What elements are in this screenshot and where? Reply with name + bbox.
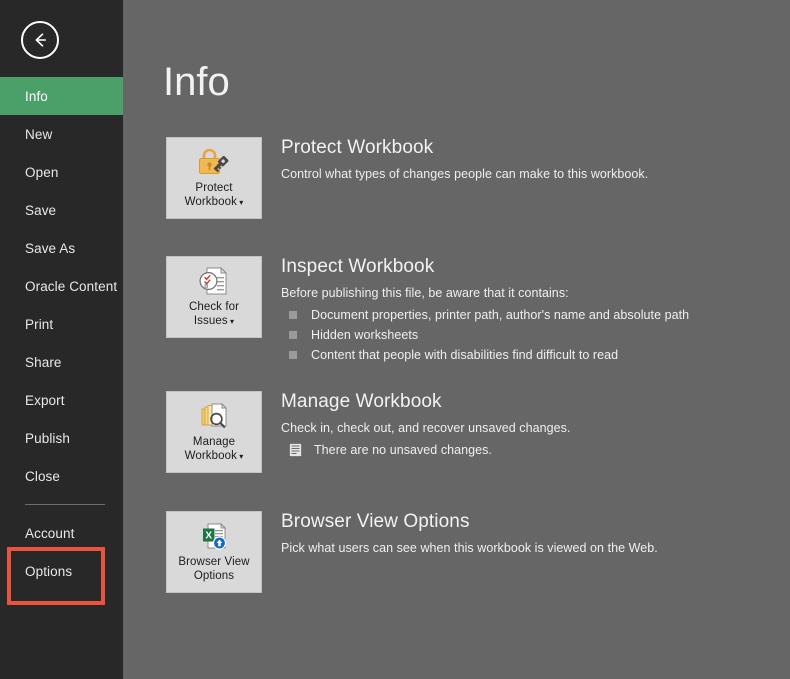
sidebar-item-options[interactable]: Options	[0, 552, 123, 590]
svg-text:X: X	[205, 530, 212, 541]
back-arrow-icon	[35, 33, 46, 47]
sidebar-item-label: Info	[25, 88, 48, 104]
list-item: Document properties, printer path, autho…	[281, 305, 786, 325]
list-item-label: Hidden worksheets	[311, 328, 419, 342]
section-description: Before publishing this file, be aware th…	[281, 286, 569, 300]
sidebar-item-label: Print	[25, 316, 54, 332]
sidebar-item-info[interactable]: Info	[0, 77, 123, 115]
check-for-issues-label: Check for Issues ▾	[188, 301, 240, 327]
sidebar-item-save[interactable]: Save	[0, 191, 123, 229]
browser-view-options-label: Browser View Options	[178, 556, 250, 582]
chevron-down-icon: ▾	[236, 452, 244, 461]
sidebar-item-label: Share	[25, 354, 62, 370]
protect-workbook-button[interactable]: Protect Workbook ▾	[166, 137, 262, 219]
sidebar-item-label: Open	[25, 164, 59, 180]
section-description: Check in, check out, and recover unsaved…	[281, 421, 571, 435]
sidebar-item-label: Export	[25, 392, 65, 408]
section-heading: Inspect Workbook	[281, 256, 435, 277]
section-browser-view-options: X Browser View Options Browser View Opti…	[166, 511, 786, 606]
section-manage-workbook: Manage Workbook ▾ Manage Workbook Check …	[166, 391, 786, 491]
manage-workbook-label: Manage Workbook ▾	[184, 436, 244, 462]
sidebar-item-close[interactable]: Close	[0, 457, 123, 495]
list-item: Content that people with disabilities fi…	[281, 345, 786, 365]
info-pane: Info Protect Workbook ▾ Protect Workbook…	[123, 0, 790, 679]
browser-view-options-body: Browser View Options Pick what users can…	[281, 511, 786, 557]
list-item-label: Content that people with disabilities fi…	[311, 348, 619, 362]
excel-web-upload-icon: X	[194, 519, 234, 553]
sidebar-item-label: Account	[25, 525, 75, 541]
back-button[interactable]	[21, 21, 59, 59]
manage-workbook-body: Manage Workbook Check in, check out, and…	[281, 391, 786, 457]
section-heading: Manage Workbook	[281, 391, 442, 412]
section-heading: Browser View Options	[281, 511, 470, 532]
sidebar-item-share[interactable]: Share	[0, 343, 123, 381]
unsaved-changes-note: There are no unsaved changes.	[281, 443, 786, 457]
section-heading: Protect Workbook	[281, 137, 434, 158]
sidebar-item-print[interactable]: Print	[0, 305, 123, 343]
browser-view-options-button[interactable]: X Browser View Options	[166, 511, 262, 593]
page-title: Info	[163, 60, 230, 104]
sidebar-item-open[interactable]: Open	[0, 153, 123, 191]
sidebar-divider	[25, 504, 105, 505]
document-inspect-icon	[194, 264, 234, 298]
list-item-label: Document properties, printer path, autho…	[311, 308, 690, 322]
manage-workbook-button[interactable]: Manage Workbook ▾	[166, 391, 262, 473]
section-inspect-workbook: Check for Issues ▾ Inspect Workbook Befo…	[166, 256, 786, 366]
bullet-square-icon	[289, 351, 297, 359]
sidebar-item-export[interactable]: Export	[0, 381, 123, 419]
document-dotted-icon	[289, 443, 302, 457]
sidebar-item-label: Save	[25, 202, 57, 218]
padlock-key-icon	[194, 145, 234, 179]
protect-workbook-label: Protect Workbook ▾	[184, 182, 244, 208]
backstage-sidebar: Info New Open Save Save As Oracle Conten…	[0, 0, 123, 679]
bullet-square-icon	[289, 311, 297, 319]
section-protect-workbook: Protect Workbook ▾ Protect Workbook Cont…	[166, 137, 786, 227]
sidebar-item-label: New	[25, 126, 53, 142]
chevron-down-icon: ▾	[236, 198, 244, 207]
section-description: Control what types of changes people can…	[281, 167, 649, 181]
section-description: Pick what users can see when this workbo…	[281, 541, 658, 555]
sidebar-item-label: Save As	[25, 240, 76, 256]
inspect-findings-list: Document properties, printer path, autho…	[281, 305, 786, 365]
document-stack-magnifier-icon	[194, 399, 234, 433]
sidebar-item-account[interactable]: Account	[0, 514, 123, 552]
inspect-workbook-body: Inspect Workbook Before publishing this …	[281, 256, 786, 365]
chevron-down-icon: ▾	[227, 317, 235, 326]
sidebar-item-save-as[interactable]: Save As	[0, 229, 123, 267]
sidebar-item-new[interactable]: New	[0, 115, 123, 153]
check-for-issues-button[interactable]: Check for Issues ▾	[166, 256, 262, 338]
sidebar-item-label: Publish	[25, 430, 70, 446]
sidebar-item-publish[interactable]: Publish	[0, 419, 123, 457]
sidebar-nav-list: Info New Open Save Save As Oracle Conten…	[0, 77, 123, 590]
sidebar-item-label: Options	[25, 563, 73, 579]
sidebar-item-label: Close	[25, 468, 61, 484]
bullet-square-icon	[289, 331, 297, 339]
sidebar-item-label: Oracle Content	[25, 278, 118, 294]
list-item: Hidden worksheets	[281, 325, 786, 345]
sidebar-item-oracle-content[interactable]: Oracle Content	[0, 267, 123, 305]
protect-workbook-body: Protect Workbook Control what types of c…	[281, 137, 786, 183]
unsaved-changes-text: There are no unsaved changes.	[314, 443, 492, 457]
